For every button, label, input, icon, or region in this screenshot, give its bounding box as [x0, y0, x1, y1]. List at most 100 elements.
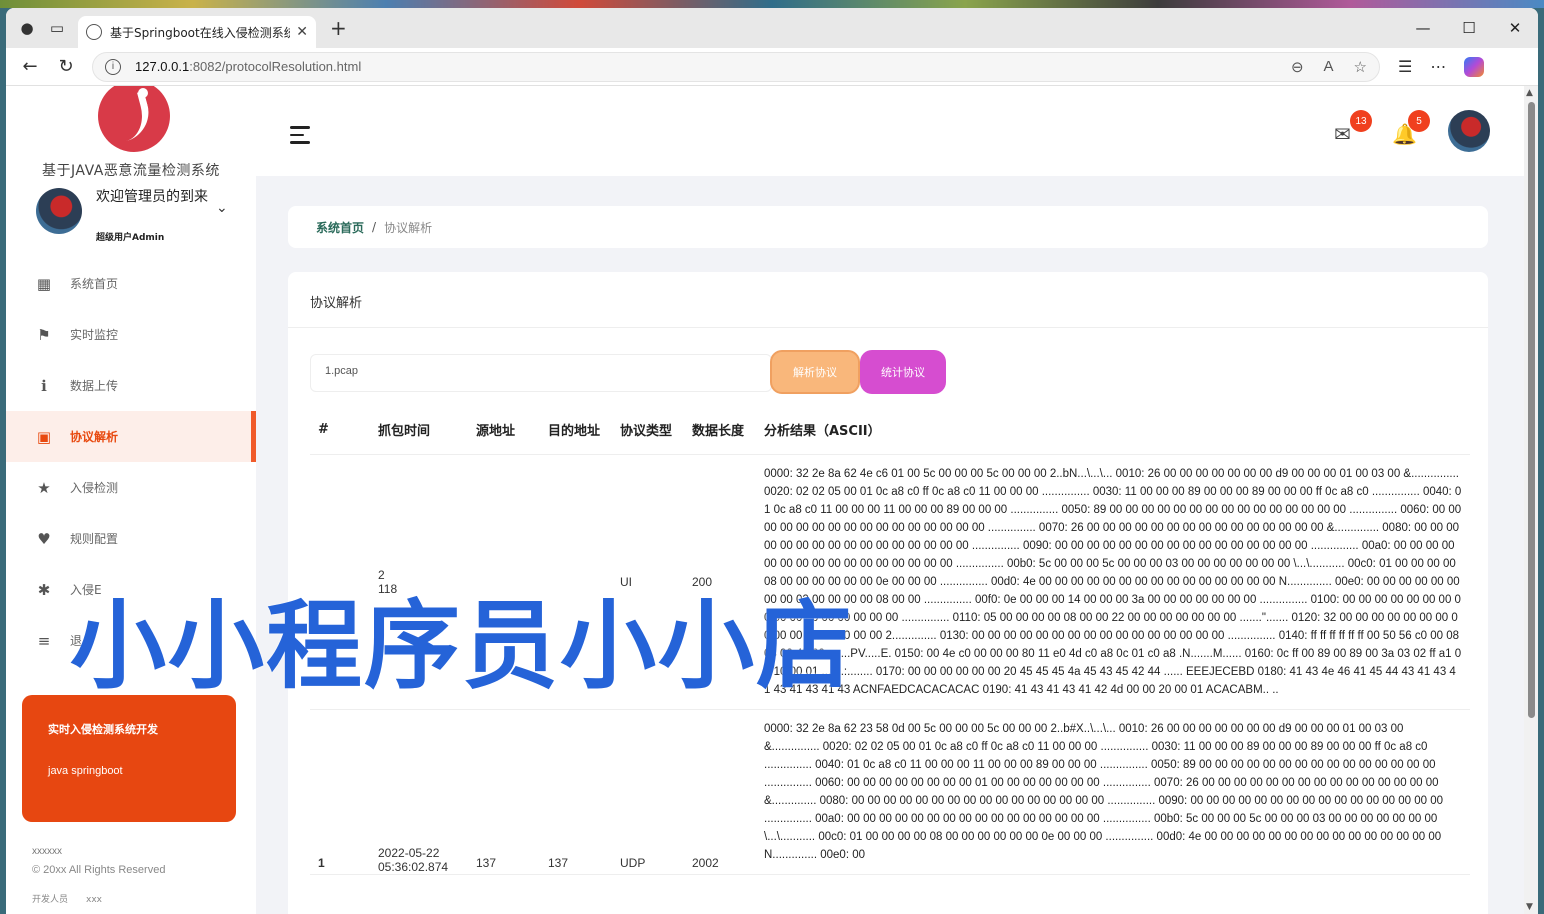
scroll-down-icon[interactable]: ▼ [1526, 902, 1533, 912]
sidebar-item-label: 实时监控 [70, 328, 119, 342]
globe-icon [86, 24, 102, 40]
menu-toggle-icon[interactable] [290, 126, 310, 149]
scroll-up-icon[interactable]: ▲ [1526, 88, 1533, 98]
more-menu-icon[interactable]: ⋯ [1430, 57, 1446, 76]
stat-protocol-button[interactable]: 统计协议 [860, 350, 946, 394]
cell-result: 0000: 32 2e 8a 62 23 58 0d 00 5c 00 00 0… [756, 709, 1470, 875]
header-avatar[interactable] [1448, 110, 1490, 152]
promo-subtitle: java springboot [48, 765, 123, 777]
messages-icon[interactable]: ✉ [1334, 122, 1351, 146]
welcome-text: 欢迎管理员的到来 [96, 189, 208, 205]
minimize-icon[interactable]: — [1400, 8, 1446, 48]
col-index: # [310, 406, 370, 455]
page-scrollbar[interactable]: ▲ ▼ [1524, 86, 1538, 914]
col-dst: 目的地址 [540, 406, 612, 455]
back-icon[interactable]: ← [12, 52, 48, 82]
sidebar-item-home[interactable]: ▦ 系统首页 [6, 258, 256, 309]
breadcrumb-home[interactable]: 系统首页 [316, 219, 364, 236]
tab-title: 基于Springboot在线入侵检测系统 [110, 25, 291, 40]
cell-proto: UDP [612, 709, 684, 875]
browser-window: ● ▭ 基于Springboot在线入侵检测系统 ✕ + — ☐ ✕ ← ↻ i… [6, 8, 1538, 914]
dashboard-icon: ▦ [36, 274, 52, 293]
cell-time-date: 2022-05-22 [378, 845, 440, 860]
system-name: 基于JAVA恶意流量检测系统 [42, 163, 220, 179]
sidebar-item-rules[interactable]: ♥ 规则配置 [6, 513, 256, 564]
url-field[interactable]: i 127.0.0.1:8082/protocolResolution.html… [92, 51, 1380, 82]
sidebar-item-label: 协议解析 [70, 430, 119, 444]
sidebar-item-upload[interactable]: ℹ 数据上传 [6, 360, 256, 411]
heart-icon: ♥ [37, 529, 51, 548]
card-title: 协议解析 [288, 272, 1488, 328]
star-icon: ★ [37, 478, 51, 497]
scrollbar-thumb[interactable] [1528, 102, 1535, 718]
favorite-star-icon[interactable]: ☆ [1354, 58, 1367, 76]
col-time: 抓包时间 [370, 406, 468, 455]
browser-tab[interactable]: 基于Springboot在线入侵检测系统 ✕ [78, 16, 316, 48]
breadcrumb: 系统首页 / 协议解析 [288, 206, 1488, 248]
cell-src: 137 [468, 709, 540, 875]
chevron-down-icon[interactable]: ⌄ [216, 200, 228, 216]
maximize-icon[interactable]: ☐ [1446, 8, 1492, 48]
site-info-icon[interactable]: i [105, 58, 121, 75]
new-tab-button[interactable]: + [330, 16, 347, 40]
desktop-background [0, 0, 1544, 8]
promo-card[interactable]: 实时入侵检测系统开发 java springboot [22, 695, 236, 822]
zoom-icon[interactable]: ⊖ [1291, 58, 1304, 76]
cell-dst: 137 [540, 709, 612, 875]
cell-len: 2002 [684, 709, 756, 875]
sidebar-item-label: 数据上传 [70, 379, 119, 393]
flag-icon: ⚑ [37, 325, 51, 344]
parse-protocol-button[interactable]: 解析协议 [770, 350, 860, 394]
url-path: :8082/protocolResolution.html [189, 59, 362, 74]
profile-icon[interactable]: ● [12, 13, 42, 43]
footer-company: xxxxxx [32, 846, 62, 857]
favorites-icon[interactable]: ☰ [1398, 57, 1412, 76]
list-icon: ≡ [37, 631, 51, 650]
refresh-icon[interactable]: ↻ [48, 52, 84, 82]
table-row: 1 2022-05-22 05:36:02.874 137 137 UDP 200… [310, 709, 1470, 875]
app-logo[interactable] [98, 86, 170, 152]
page-viewport: 基于JAVA恶意流量检测系统 欢迎管理员的到来 超级用户Admin ⌄ ▦ 系统首… [6, 86, 1538, 914]
copilot-icon[interactable] [1464, 56, 1485, 77]
notifications-badge: 5 [1408, 110, 1430, 132]
sidebar-item-label: 入侵检测 [70, 481, 119, 495]
user-avatar [36, 188, 82, 234]
cell-time: 2022-05-22 05:36:02.874 [370, 709, 468, 875]
breadcrumb-separator: / [372, 220, 377, 234]
sidebar-item-label: 规则配置 [70, 532, 119, 546]
badge-icon: ✱ [37, 580, 51, 599]
info-icon: ℹ [41, 376, 47, 395]
messages-badge: 13 [1350, 110, 1372, 132]
read-aloud-icon[interactable]: A [1324, 58, 1334, 76]
footer-copyright: © 20xx All Rights Reserved [32, 864, 166, 876]
file-name-input[interactable]: 1.pcap [310, 354, 772, 392]
tab-actions-icon[interactable]: ▭ [42, 13, 72, 43]
close-window-icon[interactable]: ✕ [1492, 8, 1538, 48]
browser-toolbar-right: ☰ ⋯ [1398, 56, 1485, 77]
col-result: 分析结果（ASCII） [756, 406, 1470, 455]
user-role: 超级用户Admin [96, 233, 165, 243]
page-header: ✉ 13 🔔 5 [256, 86, 1524, 176]
footer-developer: 开发人员 xxx [32, 895, 102, 905]
window-controls: — ☐ ✕ [1400, 8, 1538, 48]
user-panel[interactable]: 欢迎管理员的到来 超级用户Admin ⌄ [36, 186, 236, 243]
url-host: 127.0.0.1 [135, 59, 190, 74]
promo-title: 实时入侵检测系统开发 [48, 723, 158, 736]
sidebar: 基于JAVA恶意流量检测系统 欢迎管理员的到来 超级用户Admin ⌄ ▦ 系统首… [6, 86, 256, 914]
watermark-text: 小小程序员小小店 [70, 590, 854, 702]
cell-index: 1 [310, 709, 370, 875]
sidebar-item-label: 系统首页 [70, 277, 119, 291]
tab-bar: ● ▭ 基于Springboot在线入侵检测系统 ✕ + — ☐ ✕ [6, 8, 1538, 48]
sidebar-item-intrusion[interactable]: ★ 入侵检测 [6, 462, 256, 513]
pulse-icon: ▣ [36, 427, 52, 446]
cell-result: 0000: 32 2e 8a 62 4e c6 01 00 5c 00 00 0… [756, 454, 1470, 710]
close-tab-icon[interactable]: ✕ [296, 24, 308, 40]
sidebar-item-monitor[interactable]: ⚑ 实时监控 [6, 309, 256, 360]
sidebar-item-protocol[interactable]: ▣ 协议解析 [6, 411, 256, 462]
col-len: 数据长度 [684, 406, 756, 455]
url-tools: ⊖ A ☆ [1291, 58, 1367, 76]
cell-time-clock: 05:36:02.874 [378, 859, 449, 874]
col-src: 源地址 [468, 406, 540, 455]
col-proto: 协议类型 [612, 406, 684, 455]
breadcrumb-current: 协议解析 [384, 220, 433, 235]
